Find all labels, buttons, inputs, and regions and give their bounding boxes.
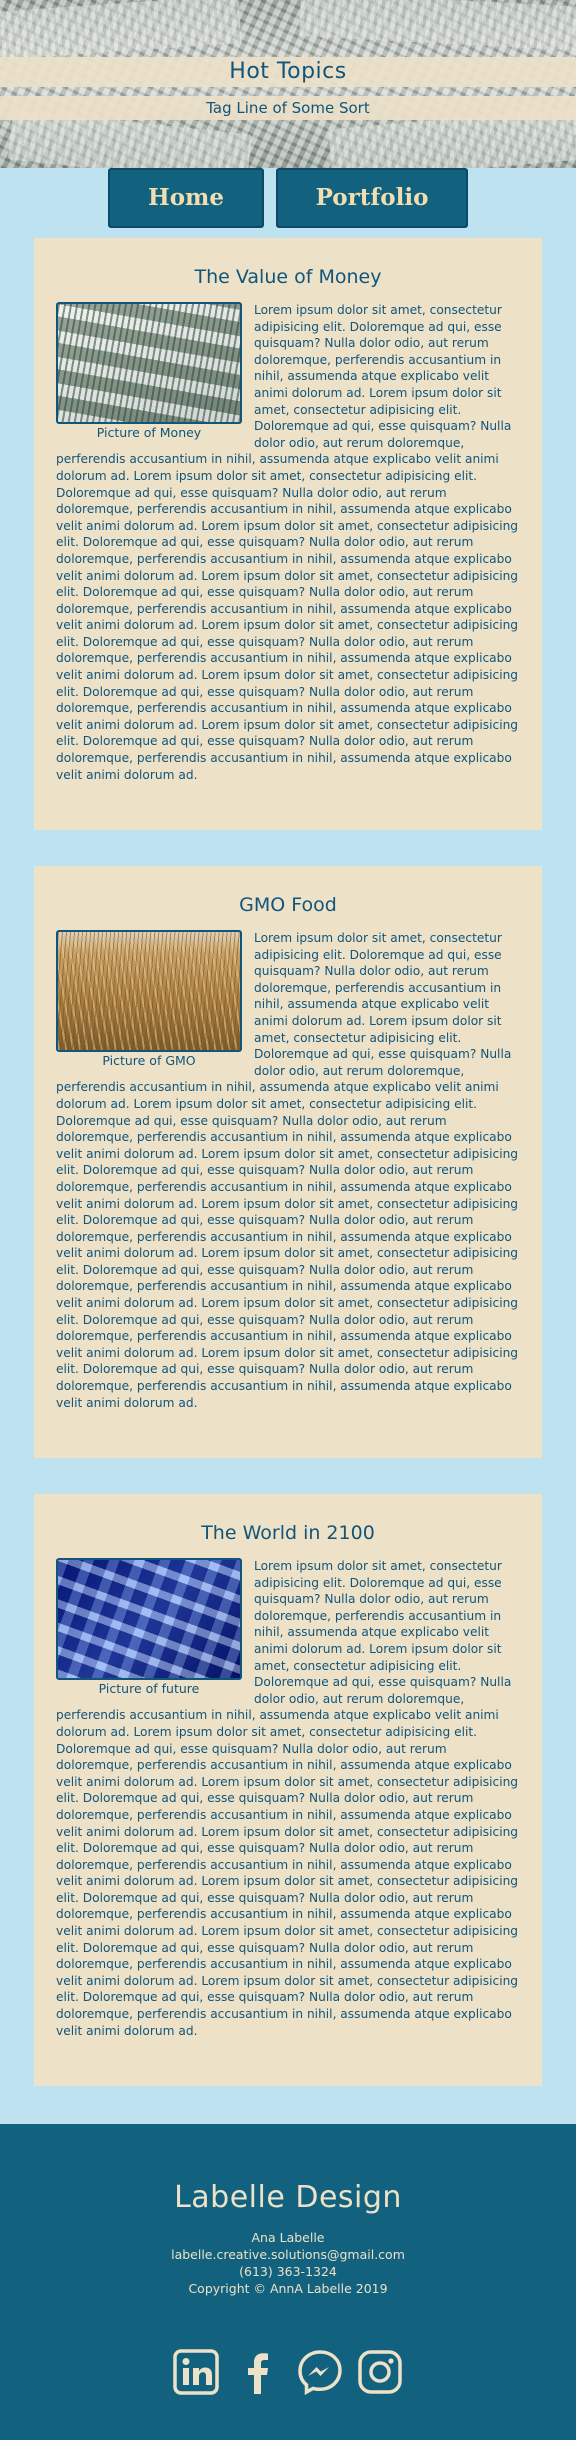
article-figure: Picture of GMO: [56, 930, 242, 1070]
messenger-icon[interactable]: [296, 2348, 344, 2396]
article-title: GMO Food: [239, 894, 337, 916]
nav-home-button[interactable]: Home: [108, 168, 264, 228]
social-links: [0, 2348, 576, 2400]
footer-copyright: Copyright © AnnA Labelle 2019: [188, 2281, 388, 2296]
site-title: Hot Topics: [229, 59, 347, 84]
article-card-gmo: GMO Food Picture of GMO Lorem ipsum dolo…: [34, 866, 542, 1458]
article-title: The Value of Money: [194, 266, 382, 288]
footer-phone: (613) 363-1324: [239, 2264, 337, 2279]
article-figure: Picture of future: [56, 1558, 242, 1698]
wheat-image: [56, 930, 242, 1052]
linkedin-icon[interactable]: [172, 2348, 220, 2396]
facebook-icon[interactable]: [234, 2348, 282, 2396]
site-footer: Labelle Design Ana Labelle labelle.creat…: [0, 2124, 576, 2440]
money-image: [56, 302, 242, 424]
article-title: The World in 2100: [201, 1522, 375, 1544]
article-card-future: The World in 2100 Picture of future Lore…: [34, 1494, 542, 2086]
footer-email[interactable]: labelle.creative.solutions@gmail.com: [0, 2246, 576, 2263]
tagline-band: Tag Line of Some Sort: [0, 96, 576, 120]
article-figure: Picture of Money: [56, 302, 242, 442]
image-caption: Picture of GMO: [102, 1053, 196, 1068]
nav-portfolio-button[interactable]: Portfolio: [276, 168, 468, 228]
footer-brand: Labelle Design: [174, 2180, 402, 2215]
header-banner: Hot Topics Tag Line of Some Sort: [0, 0, 576, 168]
article-card-money: The Value of Money Picture of Money Lore…: [34, 238, 542, 830]
instagram-icon[interactable]: [356, 2348, 404, 2396]
image-caption: Picture of future: [98, 1681, 200, 1696]
title-band: Hot Topics: [0, 57, 576, 87]
site-tagline: Tag Line of Some Sort: [206, 99, 370, 117]
image-caption: Picture of Money: [96, 425, 202, 440]
main-nav: Home Portfolio: [0, 168, 576, 232]
footer-name: Ana Labelle: [251, 2230, 325, 2245]
keyboard-image: [56, 1558, 242, 1680]
